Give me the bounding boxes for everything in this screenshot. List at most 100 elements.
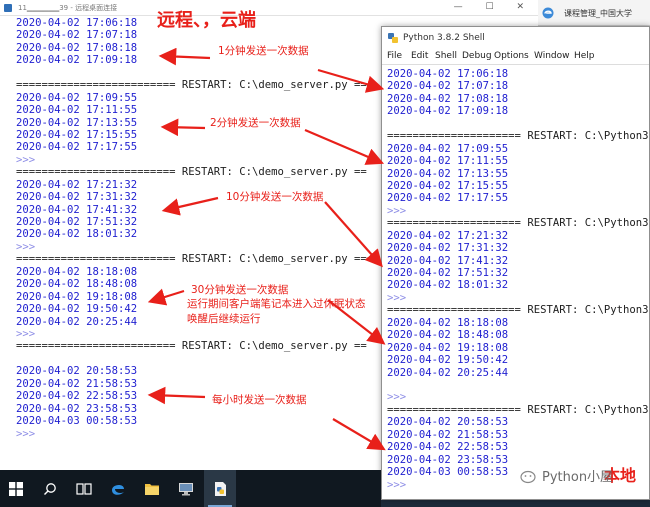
console-line: 2020-04-02 19:18:08	[16, 290, 138, 303]
console-line: 2020-04-02 17:13:55	[387, 167, 509, 180]
note-hourly-interval: 每小时发送一次数据	[212, 394, 307, 406]
browser-icon	[542, 7, 554, 19]
console-line: 2020-04-02 18:18:08	[387, 316, 509, 329]
console-line: 2020-04-02 17:09:55	[16, 91, 138, 104]
console-line: 2020-04-03 00:58:53	[387, 466, 509, 479]
screenshot-stage: 11▁▁▁▁▁▁39 - 远程桌面连接 — ☐ ✕ 2020-04-02 17:…	[0, 0, 650, 507]
console-prompt: >>>	[16, 153, 36, 166]
python-shell-titlebar[interactable]: Python 3.8.2 Shell	[382, 27, 649, 49]
task-view-button[interactable]	[68, 470, 100, 507]
note-sleep-state: 运行期间客户端笔记本进入过休眠状态	[187, 298, 366, 310]
window-controls[interactable]: — ☐ ✕	[454, 2, 534, 12]
note-10min-interval: 10分钟发送一次数据	[226, 191, 324, 203]
remote-desktop-icon	[4, 4, 12, 12]
python-shell-menubar: File Edit Shell Debug Options Window Hel…	[382, 49, 649, 65]
browser-tab-label[interactable]: 课程管理_中国大学	[564, 8, 632, 19]
console-line: 2020-04-03 00:58:53	[16, 415, 138, 428]
console-line: 2020-04-02 17:13:55	[16, 116, 138, 129]
console-line: 2020-04-02 17:07:18	[387, 80, 509, 93]
console-line: 2020-04-02 20:58:53	[387, 416, 509, 429]
console-line: 2020-04-02 17:09:18	[387, 105, 509, 118]
python-logo-icon	[388, 33, 398, 43]
console-line: 2020-04-02 17:07:18	[16, 29, 138, 42]
console-line: 2020-04-02 20:25:44	[387, 366, 509, 379]
console-line: 2020-04-02 18:48:08	[387, 329, 509, 342]
menu-edit[interactable]: Edit	[411, 51, 428, 61]
console-restart-line: ========================= RESTART: C:\de…	[16, 166, 367, 179]
console-line: 2020-04-02 20:25:44	[16, 315, 138, 328]
console-line: 2020-04-02 18:01:32	[387, 279, 509, 292]
console-line: 2020-04-02 19:50:42	[16, 303, 138, 316]
heading-remote-cloud: 远程、，云端	[157, 10, 256, 31]
console-line: 2020-04-02 17:31:32	[16, 191, 138, 204]
console-prompt: >>>	[387, 391, 407, 404]
start-button[interactable]	[0, 470, 32, 507]
file-explorer-button[interactable]	[136, 470, 168, 507]
console-line: 2020-04-02 18:48:08	[16, 278, 138, 291]
console-line: 2020-04-02 23:58:53	[387, 453, 509, 466]
search-icon	[44, 482, 56, 495]
console-restart-line: ===================== RESTART: C:\Python…	[387, 217, 649, 230]
console-prompt: >>>	[16, 328, 36, 340]
menu-debug[interactable]: Debug	[462, 51, 492, 61]
console-line: 2020-04-02 17:06:18	[387, 68, 509, 80]
watermark-text: Python小屋	[542, 470, 614, 485]
console-line: 2020-04-02 17:21:32	[387, 229, 509, 242]
console-restart-line: ===================== RESTART: C:\Python…	[387, 130, 649, 143]
console-line: 2020-04-02 17:09:18	[16, 54, 138, 67]
windows-taskbar	[0, 470, 381, 507]
note-2min-interval: 2分钟发送一次数据	[210, 117, 301, 129]
console-line: 2020-04-02 21:58:53	[387, 428, 509, 441]
console-line: 2020-04-02 19:18:08	[387, 341, 509, 354]
menu-options[interactable]: Options	[494, 51, 529, 61]
console-line: 2020-04-02 17:21:32	[16, 178, 138, 191]
menu-help[interactable]: Help	[574, 51, 595, 61]
console-line: 2020-04-02 17:11:55	[387, 155, 509, 168]
file-explorer-icon	[145, 483, 159, 495]
console-line: 2020-04-02 17:08:18	[16, 41, 138, 54]
note-1min-interval: 1分钟发送一次数据	[218, 45, 309, 57]
console-line: 2020-04-02 17:51:32	[387, 267, 509, 280]
console-prompt: >>>	[16, 240, 36, 253]
remote-desktop-titlebar[interactable]: 11▁▁▁▁▁▁39 - 远程桌面连接 — ☐ ✕	[0, 0, 538, 16]
task-view-icon	[76, 482, 92, 495]
python-idle-button[interactable]	[204, 470, 236, 507]
console-prompt: >>>	[16, 427, 36, 440]
console-restart-line: ========================= RESTART: C:\de…	[16, 340, 367, 353]
python-idle-icon	[215, 481, 226, 496]
console-line: 2020-04-02 17:08:18	[387, 92, 509, 105]
console-line: 2020-04-02 17:17:55	[16, 141, 138, 154]
menu-shell[interactable]: Shell	[435, 51, 457, 61]
console-line: 2020-04-02 18:01:32	[16, 228, 138, 241]
edge-browser-button[interactable]	[102, 470, 134, 507]
console-line: 2020-04-02 22:58:53	[387, 441, 509, 454]
menu-window[interactable]: Window	[534, 51, 570, 61]
menu-file[interactable]: File	[387, 51, 402, 61]
console-restart-line: ========================= RESTART: C:\de…	[16, 79, 367, 92]
console-prompt: >>>	[387, 204, 407, 217]
console-restart-line: ========================= RESTART: C:\de…	[16, 253, 367, 266]
browser-tab-strip: 课程管理_中国大学	[538, 0, 650, 26]
console-prompt: >>>	[387, 478, 407, 491]
search-button[interactable]	[34, 470, 66, 507]
remote-desktop-title: 11▁▁▁▁▁▁39 - 远程桌面连接	[18, 4, 118, 12]
console-line: 2020-04-02 19:50:42	[387, 354, 509, 367]
remote-desktop-button[interactable]	[170, 470, 202, 507]
windows-start-icon	[9, 481, 23, 496]
console-prompt: >>>	[387, 291, 407, 304]
console-line: 2020-04-02 20:58:53	[16, 365, 138, 378]
wechat-icon	[520, 470, 536, 484]
python-shell-window: Python 3.8.2 Shell File Edit Shell Debug…	[381, 26, 650, 500]
console-restart-line: ===================== RESTART: C:\Python…	[387, 304, 649, 317]
console-line: 2020-04-02 17:15:55	[16, 128, 138, 141]
console-line: 2020-04-02 17:17:55	[387, 192, 509, 205]
console-line: 2020-04-02 22:58:53	[16, 390, 138, 403]
remote-idle-console[interactable]: 2020-04-02 17:06:18 2020-04-02 17:07:18 20…	[16, 17, 386, 470]
console-line: 2020-04-02 17:09:55	[387, 142, 509, 155]
console-line: 2020-04-02 17:06:18	[16, 17, 138, 29]
console-line: 2020-04-02 17:11:55	[16, 104, 138, 117]
console-line: 2020-04-02 17:41:32	[16, 203, 138, 216]
console-line: 2020-04-02 17:15:55	[387, 179, 509, 192]
console-line: 2020-04-02 17:41:32	[387, 254, 509, 267]
python-shell-console[interactable]: 2020-04-02 17:06:18 2020-04-02 17:07:18 20…	[387, 66, 649, 499]
